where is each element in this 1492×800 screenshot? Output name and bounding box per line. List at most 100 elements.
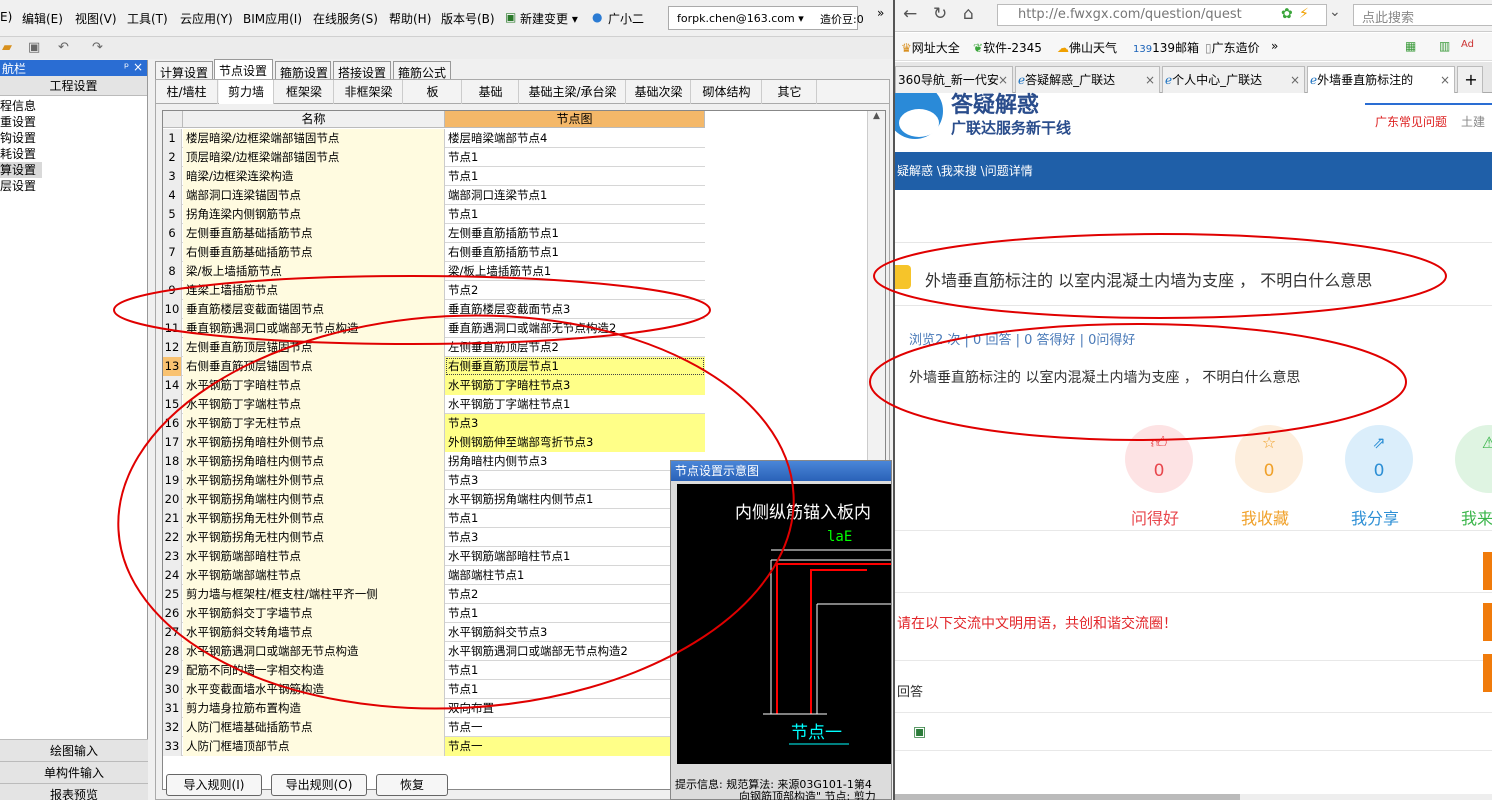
table-row[interactable]: 15 水平钢筋丁字端柱节点 水平钢筋丁字端柱节点1 [163,395,705,414]
bookmark-2345[interactable]: ❦软件-2345 [973,39,1042,56]
row-node-cell[interactable]: 节点2 [445,585,705,604]
bookmark-139mail[interactable]: 139139邮箱 [1133,39,1199,56]
row-name-cell[interactable]: 水平钢筋斜交转角墙节点 [183,623,445,642]
row-name-cell[interactable]: 垂直筋楼层变截面锚固节点 [183,300,445,319]
new-tab-button[interactable]: + [1457,66,1483,93]
row-name-cell[interactable]: 右侧垂直筋基础插筋节点 [183,243,445,262]
close-tab-icon[interactable]: × [1290,67,1300,93]
row-node-cell[interactable]: 节点3 [445,471,705,490]
row-node-cell[interactable]: 端部端柱节点1 [445,566,705,585]
save-icon[interactable]: ▣ [28,40,40,55]
row-node-cell[interactable]: 节点1 [445,148,705,167]
table-row[interactable]: 28 水平钢筋遇洞口或端部无节点构造 水平钢筋遇洞口或端部无节点构造2 [163,642,705,661]
table-row[interactable]: 30 水平变截面墙水平钢筋构造 节点1 [163,680,705,699]
row-node-cell[interactable]: 左侧垂直筋插筋节点1 [445,224,705,243]
menu-view[interactable]: 视图(V) [75,10,117,27]
row-name-cell[interactable]: 左侧垂直筋顶层锚固节点 [183,338,445,357]
menu-edit[interactable]: 编辑(E) [22,10,63,27]
row-name-cell[interactable]: 水平钢筋丁字暗柱节点 [183,376,445,395]
redo-icon[interactable]: ↷ [92,40,103,55]
good-question-button[interactable]: 👍︎ 0 [1125,425,1193,493]
menu-item-partial[interactable]: E) [0,10,12,24]
row-node-cell[interactable]: 节点2 [445,281,705,300]
row-node-cell[interactable]: 梁/板上墙插筋节点1 [445,262,705,281]
open-icon[interactable]: ▰ [2,40,12,55]
grid-header-name[interactable]: 名称 [183,111,445,128]
nav-item-project-info[interactable]: 程信息 [0,98,147,114]
favorite-label[interactable]: 我收藏 [1241,505,1289,529]
restore-button[interactable]: 恢复 [376,774,448,796]
table-row[interactable]: 31 剪力墙身拉筋布置构造 双向布置 [163,699,705,718]
row-name-cell[interactable]: 水平钢筋丁字端柱节点 [183,395,445,414]
row-name-cell[interactable]: 顶层暗梁/边框梁端部锚固节点 [183,148,445,167]
table-row[interactable]: 22 水平钢筋拐角无柱内侧节点 节点3 [163,528,705,547]
side-float-tab[interactable] [1483,654,1492,692]
table-row[interactable]: 1 楼层暗梁/边框梁端部锚固节点 楼层暗梁端部节点4 [163,129,705,148]
home-icon[interactable]: ⌂ [963,4,974,24]
row-name-cell[interactable]: 人防门框墙顶部节点 [183,737,445,756]
table-row[interactable]: 21 水平钢筋拐角无柱外侧节点 节点1 [163,509,705,528]
refresh-icon[interactable]: ↻ [933,4,947,24]
expand-icon[interactable]: » [877,6,884,20]
row-node-cell[interactable]: 节点1 [445,680,705,699]
report-label[interactable]: 我来 [1461,505,1492,529]
row-name-cell[interactable]: 端部洞口连梁锚固节点 [183,186,445,205]
back-icon[interactable]: ← [903,4,917,24]
tab-masonry[interactable]: 砌体结构 [692,80,762,104]
tab-foundation-main-beam[interactable]: 基础主梁/承台梁 [520,80,626,104]
row-node-cell[interactable]: 节点1 [445,661,705,680]
row-name-cell[interactable]: 水平钢筋拐角端柱内侧节点 [183,490,445,509]
tab-slab[interactable]: 板 [404,80,462,104]
tab-frame-beam[interactable]: 框架梁 [275,80,334,104]
browser-tab-question[interactable]: ℯ外墙垂直筋标注的 × [1307,66,1455,93]
table-row[interactable]: 16 水平钢筋丁字无柱节点 节点3 [163,414,705,433]
row-name-cell[interactable]: 水平钢筋拐角无柱外侧节点 [183,509,445,528]
tab-foundation[interactable]: 基础 [463,80,519,104]
row-name-cell[interactable]: 人防门框墙基础插筋节点 [183,718,445,737]
row-name-cell[interactable]: 水平钢筋端部暗柱节点 [183,547,445,566]
link-civil[interactable]: 土建 [1461,113,1485,130]
table-row[interactable]: 27 水平钢筋斜交转角墙节点 水平钢筋斜交节点3 [163,623,705,642]
horizontal-scrollbar[interactable] [895,794,1492,800]
row-node-cell[interactable]: 垂直筋遇洞口或端部无节点构造2 [445,319,705,338]
tab-foundation-secondary-beam[interactable]: 基础次梁 [627,80,691,104]
tab-shear-wall[interactable]: 剪力墙 [219,80,274,104]
tab-stirrup-settings[interactable]: 箍筋设置 [275,61,331,80]
table-row[interactable]: 29 配筋不同的墙一字相交构造 节点1 [163,661,705,680]
row-node-cell[interactable]: 节点3 [445,414,705,433]
bookmark-weather[interactable]: ☁佛山天气 [1057,39,1117,56]
table-row[interactable]: 20 水平钢筋拐角端柱内侧节点 水平钢筋拐角端柱内侧节点1 [163,490,705,509]
menu-bim[interactable]: BIM应用(I) [243,10,302,27]
import-rules-button[interactable]: 导入规则(I) [166,774,262,796]
row-name-cell[interactable]: 左侧垂直筋基础插筋节点 [183,224,445,243]
nav-item-weight[interactable]: 重设置 [0,114,147,130]
row-node-cell[interactable]: 垂直筋楼层变截面节点3 [445,300,705,319]
row-node-cell[interactable]: 右侧垂直筋插筋节点1 [445,243,705,262]
menu-tools[interactable]: 工具(T) [127,10,168,27]
nav-report-preview[interactable]: 报表预览 [0,783,148,800]
row-name-cell[interactable]: 剪力墙与框架柱/框支柱/端柱平齐一侧 [183,585,445,604]
nav-single-member-input[interactable]: 单构件输入 [0,761,148,783]
apps-icon[interactable]: ▦ [1405,39,1416,53]
row-node-cell[interactable]: 双向布置 [445,699,705,718]
nav-item-calc[interactable]: 算设置 [0,162,42,178]
menu-help[interactable]: 帮助(H) [389,10,431,27]
row-node-cell[interactable]: 水平钢筋遇洞口或端部无节点构造2 [445,642,705,661]
row-node-cell[interactable]: 端部洞口连梁节点1 [445,186,705,205]
table-row[interactable]: 26 水平钢筋斜交丁字墙节点 节点1 [163,604,705,623]
row-node-cell[interactable]: 节点一 [445,737,705,756]
table-row[interactable]: 14 水平钢筋丁字暗柱节点 水平钢筋丁字暗柱节点3 [163,376,705,395]
share-label[interactable]: 我分享 [1351,505,1399,529]
table-row[interactable]: 8 梁/板上墙插筋节点 梁/板上墙插筋节点1 [163,262,705,281]
image-upload-icon[interactable]: ▣ [913,724,926,740]
dropdown-icon[interactable]: ⌄ [1329,4,1341,20]
row-node-cell[interactable]: 水平钢筋拐角端柱内侧节点1 [445,490,705,509]
tab-stirrup-formula[interactable]: 箍筋公式 [393,61,451,80]
row-node-cell[interactable]: 节点1 [445,509,705,528]
row-name-cell[interactable]: 水平钢筋拐角暗柱外侧节点 [183,433,445,452]
table-row[interactable]: 24 水平钢筋端部端柱节点 端部端柱节点1 [163,566,705,585]
nav-item-hook[interactable]: 钩设置 [0,130,147,146]
scroll-thumb[interactable] [895,794,1240,800]
row-node-cell[interactable]: 水平钢筋丁字暗柱节点3 [445,376,705,395]
row-name-cell[interactable]: 连梁上墙插筋节点 [183,281,445,300]
